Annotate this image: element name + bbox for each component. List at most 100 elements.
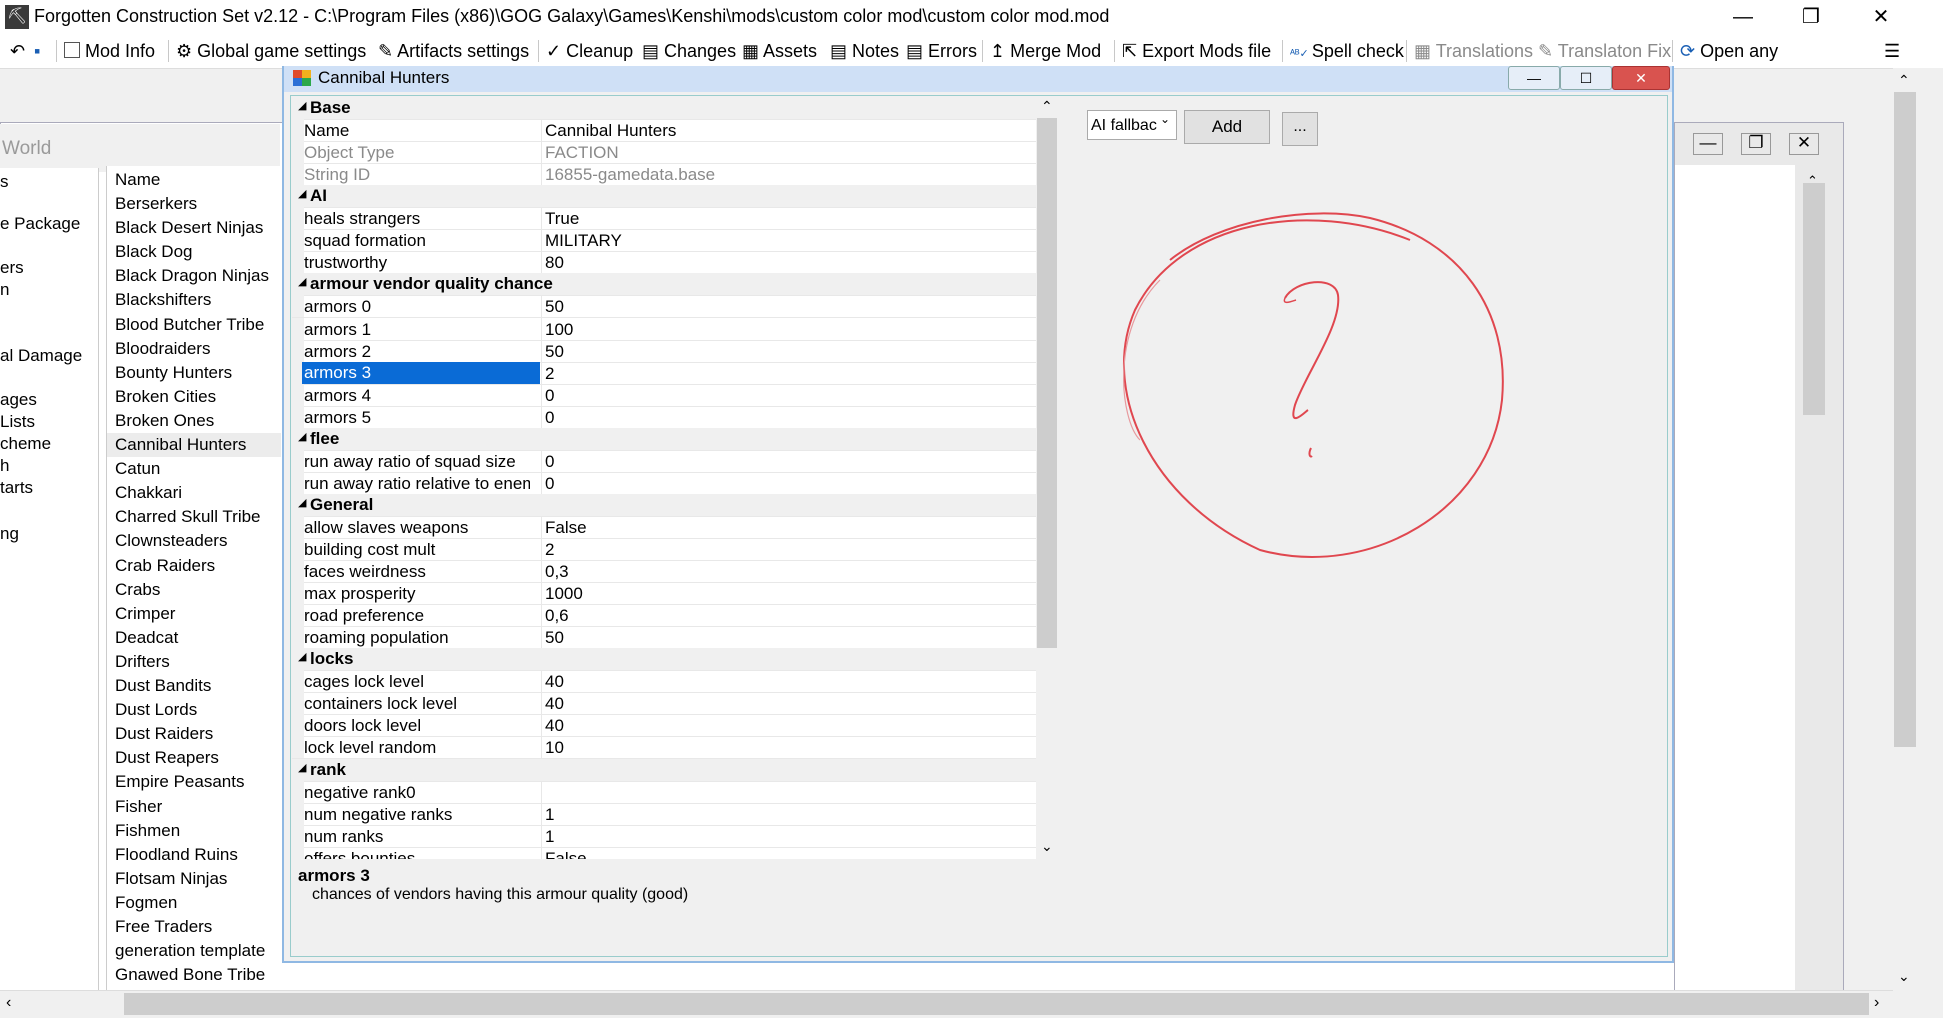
list-item[interactable]: Catun xyxy=(107,457,281,481)
list-item[interactable]: Black Desert Ninjas xyxy=(107,216,281,240)
list-item[interactable]: Black Dragon Ninjas xyxy=(107,264,281,288)
more-button[interactable]: ... xyxy=(1282,112,1318,146)
export-mods-button[interactable]: ⇱ Export Mods file xyxy=(1122,39,1271,63)
list-item[interactable]: Bloodraiders xyxy=(107,337,281,361)
property-row[interactable]: building cost mult 2 xyxy=(292,538,1036,561)
list-item[interactable]: Broken Ones xyxy=(107,409,281,433)
property-value[interactable]: 40 xyxy=(545,672,564,692)
scroll-down-icon[interactable]: ⌄ xyxy=(1898,968,1910,985)
property-category[interactable]: ◢ flee xyxy=(292,427,1036,451)
list-item[interactable]: Empire Peasants xyxy=(107,770,281,794)
property-category[interactable]: ◢ General xyxy=(292,493,1036,517)
tree-item[interactable]: h xyxy=(0,456,9,476)
property-category[interactable]: ◢ Base xyxy=(292,97,1036,120)
list-item[interactable]: Clownsteaders xyxy=(107,529,281,553)
property-row[interactable]: armors 4 0 xyxy=(292,383,1036,407)
scroll-up-icon[interactable]: ⌃ xyxy=(1898,72,1910,89)
open-any-button[interactable]: ⟳ Open any xyxy=(1680,39,1778,63)
editor-maximize-button[interactable]: ☐ xyxy=(1560,66,1612,90)
list-item[interactable]: Cannibal Hunters xyxy=(107,433,281,457)
property-category[interactable]: ◢ rank xyxy=(292,758,1036,782)
scroll-up-icon[interactable]: ⌃ xyxy=(1807,173,1818,189)
spell-check-button[interactable]: ᴬᴮ✓ Spell check xyxy=(1290,39,1404,63)
property-row[interactable]: negative rank0 xyxy=(292,780,1036,804)
property-value[interactable]: 2 xyxy=(545,540,554,560)
property-value[interactable]: 1 xyxy=(545,827,554,847)
list-item[interactable]: Chakkari xyxy=(107,481,281,505)
property-row[interactable]: armors 1 100 xyxy=(292,317,1036,341)
tree-item[interactable]: Lists xyxy=(0,412,35,432)
name-column-header[interactable]: Name xyxy=(115,168,160,192)
translations-button[interactable]: ▦ Translations xyxy=(1414,39,1533,63)
list-item[interactable]: Flotsam Ninjas xyxy=(107,867,281,891)
object-list[interactable]: Name Berserkers Black Desert Ninjas Black D… xyxy=(106,166,281,990)
property-value[interactable]: 1 xyxy=(545,805,554,825)
property-row[interactable]: squad formation MILITARY xyxy=(292,229,1036,253)
list-item[interactable]: generation template xyxy=(107,939,281,963)
category-tree[interactable]: s e Package ers n al Damage ages Lists cheme h ta… xyxy=(0,168,99,990)
property-value[interactable]: Cannibal Hunters xyxy=(545,121,676,141)
property-value[interactable]: False xyxy=(545,849,587,859)
property-row[interactable]: allow slaves weapons False xyxy=(292,515,1036,539)
property-row[interactable]: offers bounties False xyxy=(292,846,1036,859)
scroll-left-icon[interactable]: ‹ xyxy=(6,994,11,1012)
translation-fix-button[interactable]: ✎ Translaton Fix xyxy=(1538,39,1671,63)
collapse-icon[interactable]: ◢ xyxy=(298,187,306,200)
property-value[interactable]: 0 xyxy=(545,408,554,428)
tree-item[interactable]: e Package xyxy=(0,214,80,234)
property-value[interactable]: 50 xyxy=(545,342,564,362)
editor-close-button[interactable]: ✕ xyxy=(1612,66,1670,90)
property-row[interactable]: String ID 16855-gamedata.base xyxy=(292,163,1036,187)
property-value[interactable]: 40 xyxy=(545,716,564,736)
tree-item[interactable]: tarts xyxy=(0,478,33,498)
list-item[interactable]: Dust Raiders xyxy=(107,722,281,746)
minimize-icon[interactable]: ― xyxy=(1693,133,1723,155)
list-item[interactable]: Broken Cities xyxy=(107,385,281,409)
save-icon[interactable]: ▪ xyxy=(34,39,40,63)
property-row[interactable]: num negative ranks 1 xyxy=(292,802,1036,826)
artifacts-settings-button[interactable]: ✎ Artifacts settings xyxy=(378,39,529,63)
property-value[interactable]: 0 xyxy=(545,452,554,472)
tree-item[interactable]: s xyxy=(0,172,9,192)
property-row[interactable]: max prosperity 1000 xyxy=(292,582,1036,606)
property-row[interactable]: run away ratio of squad size 0 xyxy=(292,449,1036,473)
property-value[interactable]: 50 xyxy=(545,297,564,317)
tree-item[interactable]: ages xyxy=(0,390,37,410)
property-value[interactable]: 2 xyxy=(545,364,554,384)
add-button[interactable]: Add xyxy=(1184,110,1270,144)
cleanup-button[interactable]: ✓ Cleanup xyxy=(546,39,633,63)
grid-scroll-down-icon[interactable]: ⌄ xyxy=(1041,838,1053,855)
editor-minimize-button[interactable]: ― xyxy=(1508,66,1560,90)
property-row[interactable]: lock level random 10 xyxy=(292,736,1036,760)
property-value[interactable]: 0,3 xyxy=(545,562,569,582)
property-row[interactable]: heals strangers True xyxy=(292,207,1036,231)
list-item[interactable]: Deadcat xyxy=(107,626,281,650)
list-item[interactable]: Blackshifters xyxy=(107,288,281,312)
restore-icon[interactable]: ❐ xyxy=(1741,133,1771,155)
list-item[interactable]: Bounty Hunters xyxy=(107,361,281,385)
chevron-down-icon[interactable]: ⌄ xyxy=(1160,112,1170,126)
close-icon[interactable]: ✕ xyxy=(1789,133,1819,155)
property-value[interactable]: 0 xyxy=(545,386,554,406)
list-item[interactable]: Crabs xyxy=(107,578,281,602)
list-item[interactable]: Free Traders xyxy=(107,915,281,939)
property-row[interactable]: faces weirdness 0,3 xyxy=(292,560,1036,584)
property-value[interactable]: 1000 xyxy=(545,584,583,604)
property-row[interactable]: road preference 0,6 xyxy=(292,604,1036,628)
property-value[interactable]: False xyxy=(545,518,587,538)
property-row[interactable]: containers lock level 40 xyxy=(292,692,1036,716)
vertical-scrollbar-thumb[interactable] xyxy=(1894,92,1916,747)
list-item[interactable]: Gnawed Bone Tribe xyxy=(107,963,281,987)
property-row[interactable]: Object Type FACTION xyxy=(292,141,1036,165)
property-grid-scrollbar-thumb[interactable] xyxy=(1037,118,1057,648)
collapse-icon[interactable]: ◢ xyxy=(298,430,306,443)
grid-scroll-up-icon[interactable]: ⌃ xyxy=(1041,98,1053,115)
list-item[interactable]: Dust Bandits xyxy=(107,674,281,698)
list-item[interactable]: Fishmen xyxy=(107,819,281,843)
property-value[interactable]: MILITARY xyxy=(545,231,622,251)
scroll-right-icon[interactable]: › xyxy=(1874,994,1879,1012)
assets-button[interactable]: ▦ Assets xyxy=(742,39,817,63)
property-row[interactable]: armors 32 xyxy=(292,361,1036,385)
tree-item[interactable]: al Damage xyxy=(0,346,82,366)
property-category[interactable]: ◢ armour vendor quality chance xyxy=(292,273,1036,297)
